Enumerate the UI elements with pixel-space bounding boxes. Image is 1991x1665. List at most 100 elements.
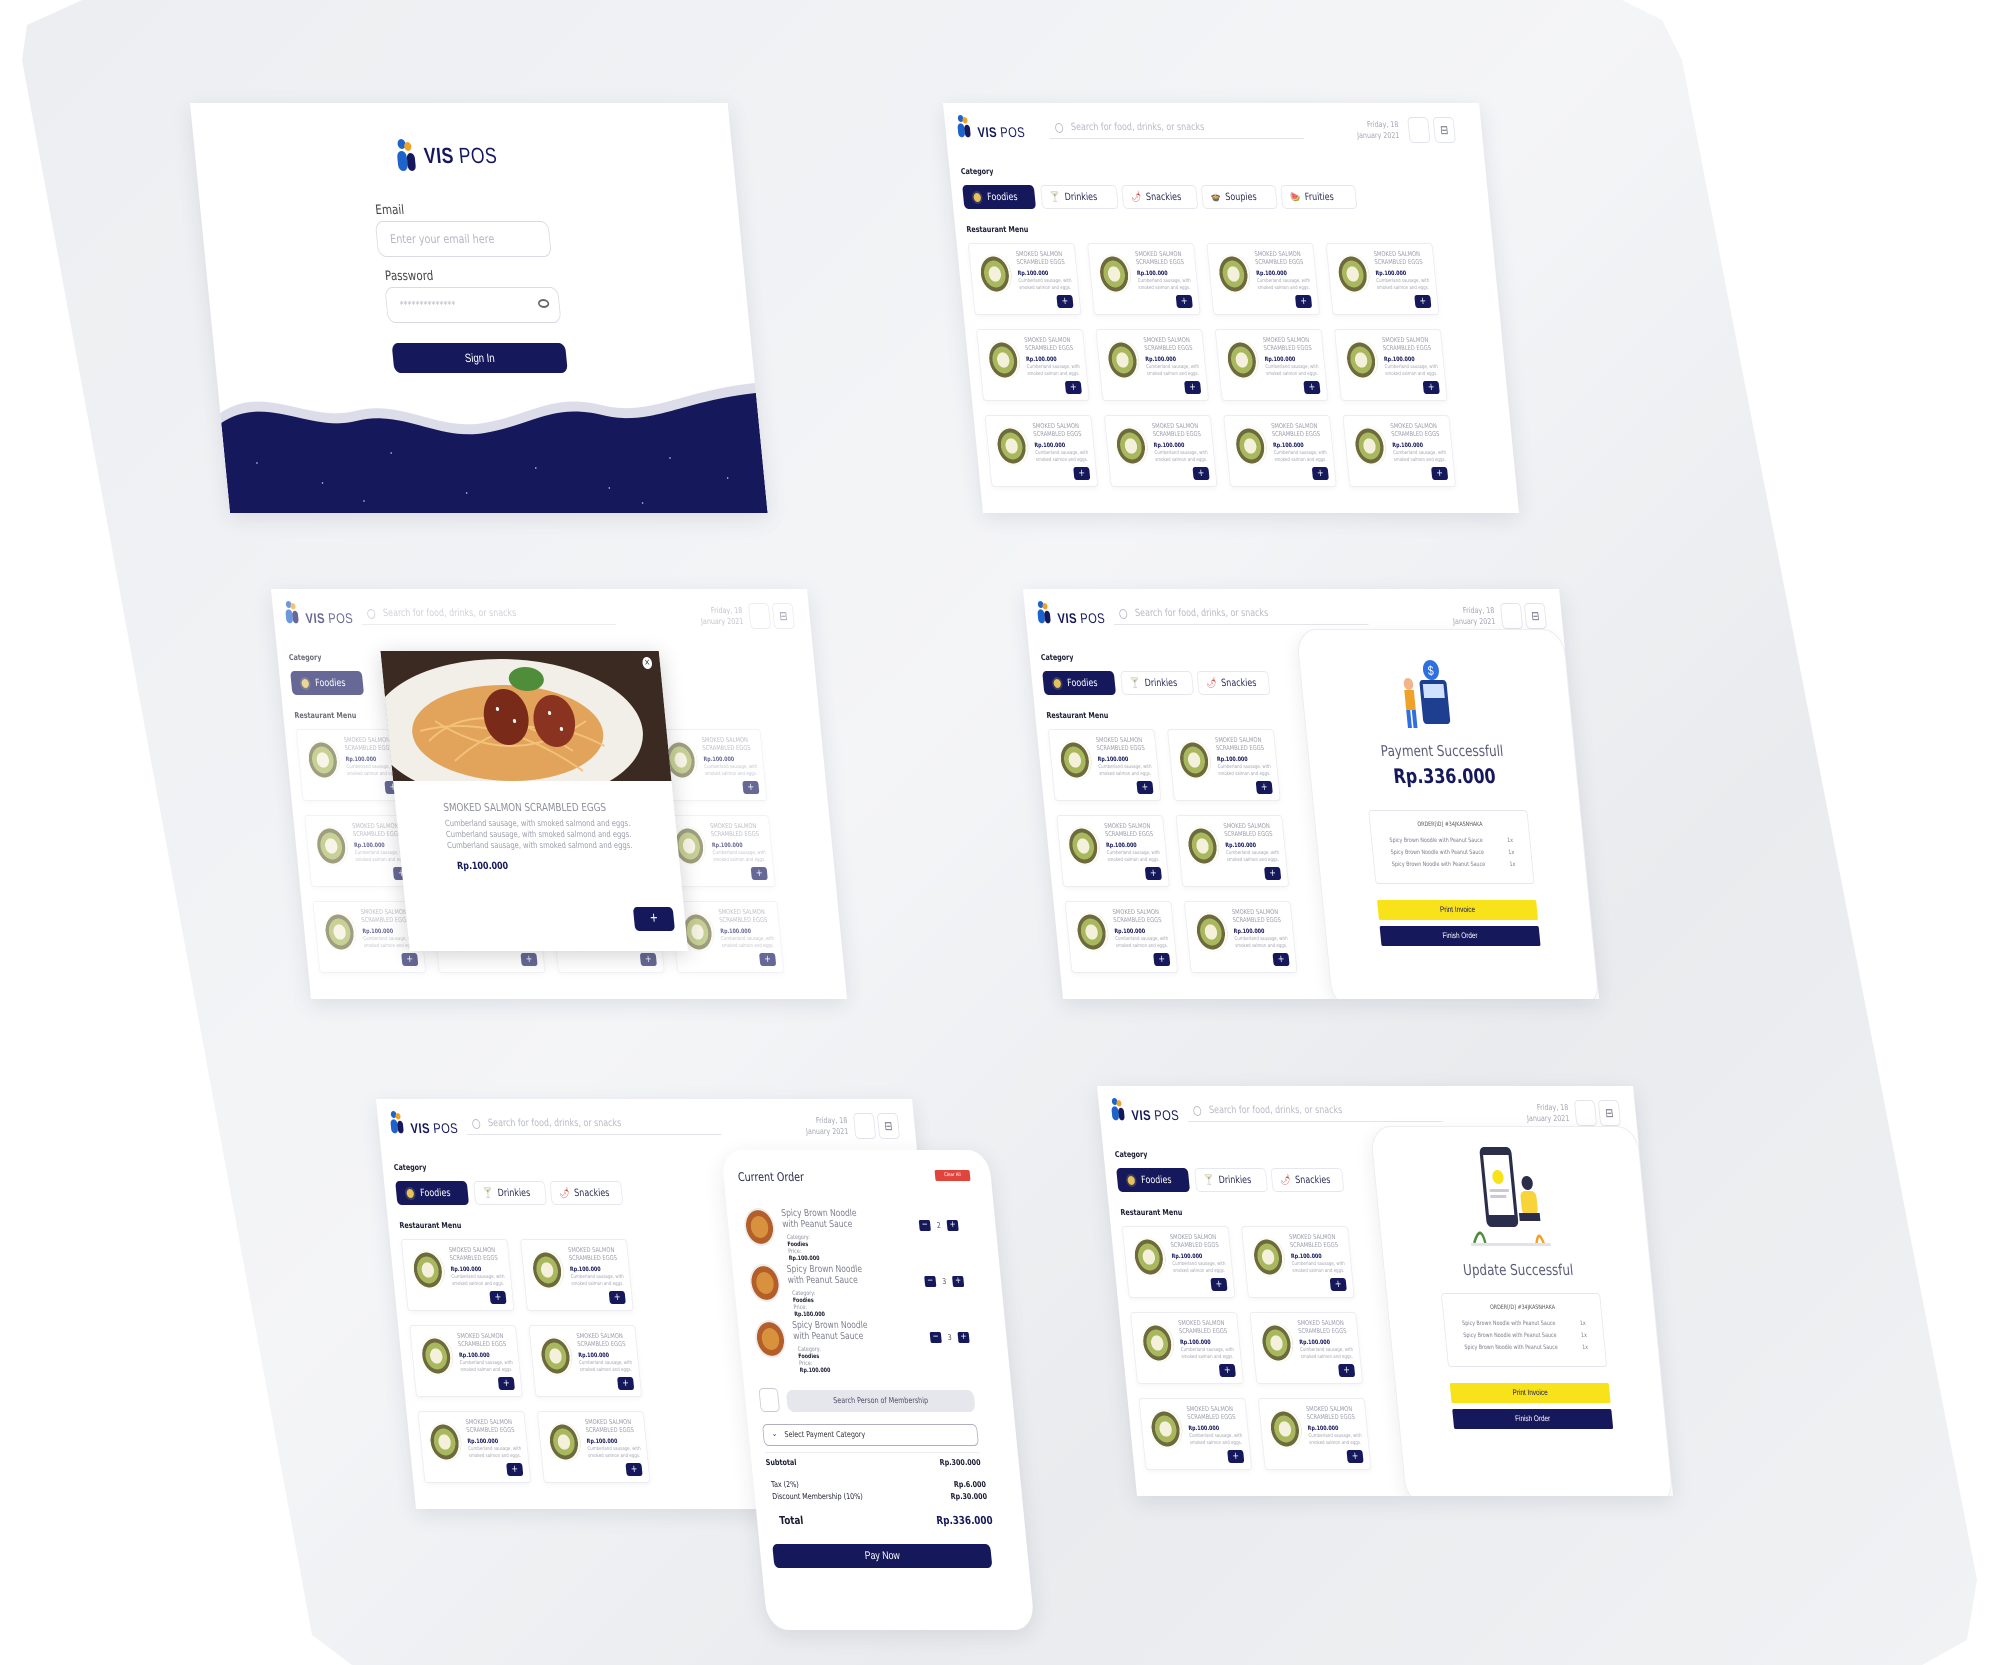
category-foodies[interactable]: Foodies	[962, 185, 1037, 209]
add-to-order-button[interactable]: +	[1056, 295, 1074, 308]
history-button[interactable]	[1499, 603, 1524, 629]
add-to-order-button[interactable]: +	[608, 1291, 626, 1304]
add-to-order-button[interactable]: +	[1175, 295, 1193, 308]
add-to-order-button[interactable]: +	[1064, 381, 1082, 394]
add-to-order-button[interactable]: +	[1338, 1364, 1356, 1377]
add-to-order-button[interactable]: +	[1346, 1450, 1364, 1463]
menu-card[interactable]: SMOKED SALMON SCRAMBLED EGGS Rp.100.000Cu…	[1206, 243, 1320, 315]
history-button[interactable]	[1573, 1100, 1598, 1126]
category-snackies[interactable]: 🌶 Snackies	[1121, 185, 1199, 209]
print-invoice-button[interactable]: Print Invoice	[1449, 1383, 1611, 1403]
category-soupies[interactable]: 🍲 Soupies	[1200, 185, 1278, 209]
category-snackies[interactable]: 🌶 Snackies	[549, 1181, 624, 1205]
add-to-order-button[interactable]: +	[1422, 381, 1440, 394]
detail-add-button[interactable]: +	[632, 907, 675, 931]
add-to-order-button[interactable]: +	[617, 1377, 635, 1390]
finish-order-button[interactable]: Finish Order	[1452, 1409, 1614, 1429]
menu-card[interactable]: SMOKED SALMON SCRAMBLED EGGS Rp.100.000Cu…	[1056, 815, 1170, 887]
add-to-order-button[interactable]: +	[497, 1377, 515, 1390]
search-input[interactable]: Search for food, drinks, or snacks	[1111, 603, 1369, 625]
increase-button[interactable]: +	[952, 1276, 965, 1287]
category-foodies[interactable]: Foodies	[1116, 1168, 1191, 1192]
add-to-order-button[interactable]: +	[1153, 953, 1171, 966]
menu-card[interactable]: SMOKED SALMON SCRAMBLED EGGS Rp.100.000Cu…	[409, 1325, 523, 1397]
menu-card[interactable]: SMOKED SALMON SCRAMBLED EGGS Rp.100.000Cu…	[1103, 415, 1218, 487]
menu-card[interactable]: SMOKED SALMON SCRAMBLED EGGS Rp.100.000Cu…	[417, 1411, 532, 1483]
email-input[interactable]: Enter your email here	[374, 221, 552, 257]
menu-card[interactable]: SMOKED SALMON SCRAMBLED EGGS Rp.100.000Cu…	[1138, 1398, 1253, 1470]
menu-card[interactable]: SMOKED SALMON SCRAMBLED EGGS Rp.100.000Cu…	[1257, 1398, 1372, 1470]
category-foodies[interactable]: Foodies	[395, 1181, 470, 1205]
add-to-order-button[interactable]: +	[1272, 953, 1290, 966]
payment-category-select[interactable]: ⌄ Select Payment Category	[762, 1424, 979, 1446]
menu-card[interactable]: SMOKED SALMON SCRAMBLED EGGS Rp.100.000Cu…	[1087, 243, 1201, 315]
menu-card[interactable]: SMOKED SALMON SCRAMBLED EGGS Rp.100.000Cu…	[984, 415, 1099, 487]
increase-button[interactable]: +	[957, 1332, 970, 1343]
decrease-button[interactable]: −	[918, 1220, 931, 1231]
menu-card[interactable]: SMOKED SALMON SCRAMBLED EGGS Rp.100.000Cu…	[1214, 329, 1329, 401]
menu-card[interactable]: SMOKED SALMON SCRAMBLED EGGS Rp.100.000Cu…	[1130, 1312, 1244, 1384]
search-input[interactable]: Search for food, drinks, or snacks	[1185, 1100, 1443, 1122]
eye-icon[interactable]	[537, 299, 550, 308]
search-input[interactable]: Search for food, drinks, or snacks	[464, 1113, 722, 1135]
menu-card[interactable]: SMOKED SALMON SCRAMBLED EGGS Rp.100.000Cu…	[1121, 1226, 1236, 1298]
orders-button[interactable]: ⊟	[876, 1113, 901, 1139]
menu-card[interactable]: SMOKED SALMON SCRAMBLED EGGS Rp.100.000Cu…	[1064, 901, 1179, 973]
menu-card[interactable]: SMOKED SALMON SCRAMBLED EGGS Rp.100.000Cu…	[520, 1239, 634, 1311]
add-to-order-button[interactable]: +	[1311, 467, 1329, 480]
add-to-order-button[interactable]: +	[1431, 467, 1449, 480]
member-search-button[interactable]: Search Person of Membership	[785, 1390, 976, 1412]
menu-card[interactable]: SMOKED SALMON SCRAMBLED EGGS Rp.100.000Cu…	[1325, 243, 1440, 315]
history-button[interactable]	[852, 1113, 877, 1139]
menu-card[interactable]: SMOKED SALMON SCRAMBLED EGGS Rp.100.000Cu…	[1175, 815, 1290, 887]
decrease-button[interactable]: −	[924, 1276, 937, 1287]
pay-now-button[interactable]: Pay Now	[772, 1544, 993, 1568]
add-to-order-button[interactable]: +	[1218, 1364, 1236, 1377]
signin-button[interactable]: Sign In	[391, 343, 568, 373]
add-to-order-button[interactable]: +	[1136, 781, 1154, 794]
orders-button[interactable]: ⊟	[1597, 1100, 1622, 1126]
add-to-order-button[interactable]: +	[1255, 781, 1273, 794]
category-snackies[interactable]: 🌶 Snackies	[1270, 1168, 1345, 1192]
add-to-order-button[interactable]: +	[1073, 467, 1091, 480]
add-to-order-button[interactable]: +	[1144, 867, 1162, 880]
menu-card[interactable]: SMOKED SALMON SCRAMBLED EGGS Rp.100.000Cu…	[536, 1411, 651, 1483]
add-to-order-button[interactable]: +	[1303, 381, 1321, 394]
history-button[interactable]	[1407, 117, 1431, 143]
category-drinkies[interactable]: 🍸 Drinkies	[1194, 1168, 1268, 1192]
add-to-order-button[interactable]: +	[1294, 295, 1313, 308]
category-foodies[interactable]: Foodies	[1042, 671, 1117, 695]
menu-card[interactable]: SMOKED SALMON SCRAMBLED EGGS Rp.100.000Cu…	[1334, 329, 1448, 401]
category-fruities[interactable]: 🍉 Fruities	[1280, 185, 1358, 209]
menu-card[interactable]: SMOKED SALMON SCRAMBLED EGGS Rp.100.000Cu…	[1095, 329, 1210, 401]
print-invoice-button[interactable]: Print Invoice	[1377, 900, 1539, 920]
menu-card[interactable]: SMOKED SALMON SCRAMBLED EGGS Rp.100.000Cu…	[528, 1325, 643, 1397]
add-to-order-button[interactable]: +	[1192, 467, 1210, 480]
menu-card[interactable]: SMOKED SALMON SCRAMBLED EGGS Rp.100.000Cu…	[1183, 901, 1298, 973]
orders-button[interactable]: ⊟	[1523, 603, 1548, 629]
add-to-order-button[interactable]: +	[625, 1463, 643, 1476]
clear-all-button[interactable]: Clear All	[934, 1170, 971, 1181]
menu-card[interactable]: SMOKED SALMON SCRAMBLED EGGS Rp.100.000Cu…	[1223, 415, 1337, 487]
menu-card[interactable]: SMOKED SALMON SCRAMBLED EGGS Rp.100.000Cu…	[1249, 1312, 1364, 1384]
decrease-button[interactable]: −	[929, 1332, 942, 1343]
add-to-order-button[interactable]: +	[1227, 1450, 1245, 1463]
add-to-order-button[interactable]: +	[1210, 1278, 1228, 1291]
search-input[interactable]: Search for food, drinks, or snacks	[1047, 117, 1305, 139]
add-to-order-button[interactable]: +	[1264, 867, 1282, 880]
add-to-order-button[interactable]: +	[1184, 381, 1202, 394]
menu-card[interactable]: SMOKED SALMON SCRAMBLED EGGS Rp.100.000Cu…	[400, 1239, 515, 1311]
menu-card[interactable]: SMOKED SALMON SCRAMBLED EGGS Rp.100.000Cu…	[967, 243, 1082, 315]
password-input[interactable]: **************	[384, 287, 562, 323]
category-snackies[interactable]: 🌶 Snackies	[1196, 671, 1271, 695]
menu-card[interactable]: SMOKED SALMON SCRAMBLED EGGS Rp.100.000Cu…	[1241, 1226, 1355, 1298]
category-drinkies[interactable]: 🍸 Drinkies	[1040, 185, 1119, 209]
menu-card[interactable]: SMOKED SALMON SCRAMBLED EGGS Rp.100.000Cu…	[1047, 729, 1162, 801]
menu-card[interactable]: SMOKED SALMON SCRAMBLED EGGS Rp.100.000Cu…	[1342, 415, 1457, 487]
add-to-order-button[interactable]: +	[489, 1291, 507, 1304]
orders-button[interactable]: ⊟	[1432, 117, 1456, 143]
category-drinkies[interactable]: 🍸 Drinkies	[1120, 671, 1194, 695]
finish-order-button[interactable]: Finish Order	[1379, 926, 1541, 946]
category-drinkies[interactable]: 🍸 Drinkies	[473, 1181, 547, 1205]
add-to-order-button[interactable]: +	[1414, 295, 1432, 308]
